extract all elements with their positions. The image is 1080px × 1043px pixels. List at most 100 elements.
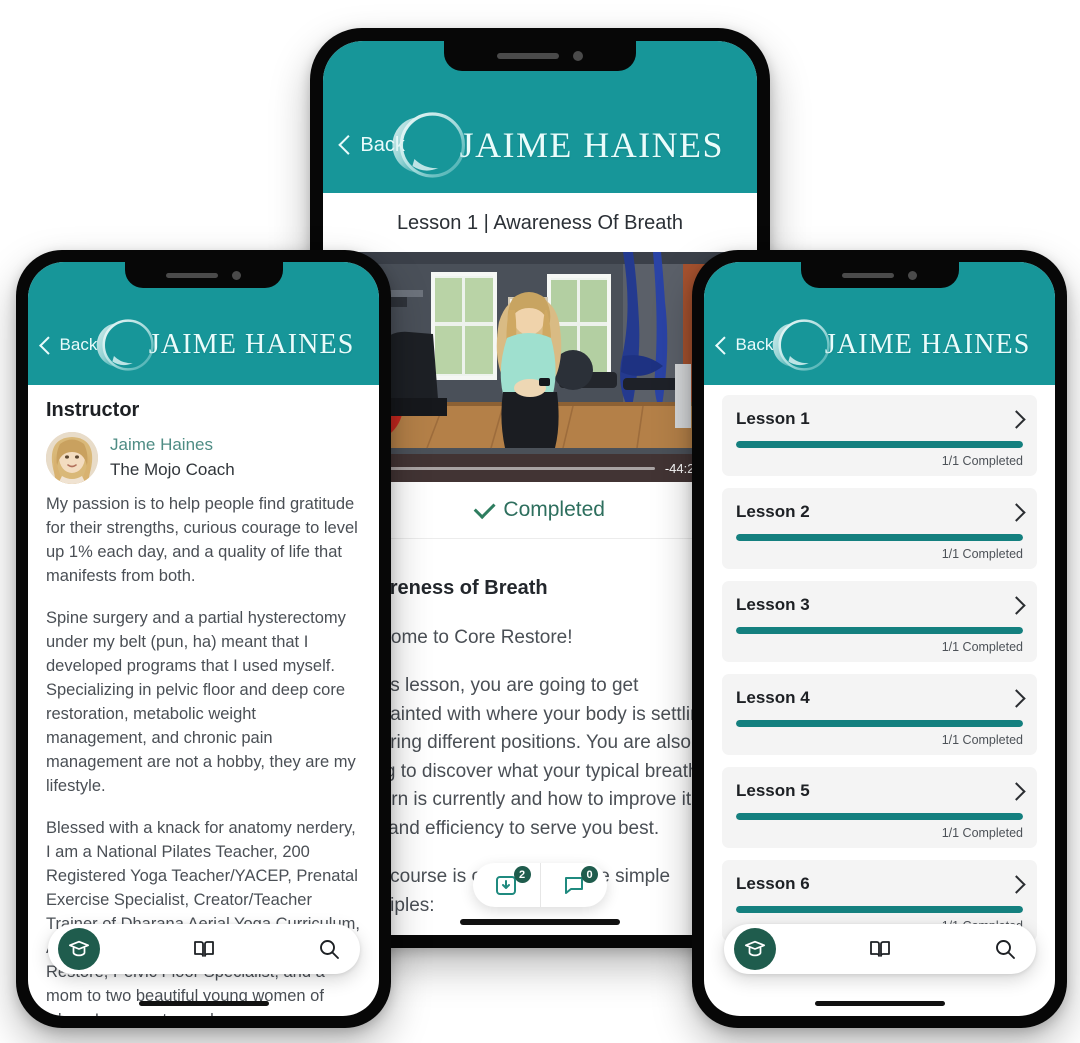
home-indicator-left [138,1001,269,1006]
front-camera-icon [908,270,917,280]
lesson-card-status: 1/1 Completed [941,826,1023,840]
lesson-progress-fill [736,534,1023,541]
lesson-progress-bar [736,813,1023,820]
check-icon [473,496,496,519]
bottom-nav-left [28,924,379,974]
lesson-card-title: Lesson 1 [736,409,810,428]
speaker-grille-icon [166,272,218,278]
lesson-card[interactable]: Lesson 1 1/1 Completed [722,395,1037,476]
lesson-progress-fill [736,627,1023,634]
instructor-panel: Instructor Jaime Haines The Mojo Coach M… [28,385,379,1016]
chevron-right-icon[interactable] [1007,874,1026,894]
brand-logo-left: JAIME HAINES [95,312,355,378]
front-camera-icon [573,51,583,61]
lesson-card-title: Lesson 3 [736,595,810,614]
article-paragraph: Welcome to Core Restore! [349,627,573,648]
completed-label: Completed [503,498,605,521]
instructor-portrait [46,432,98,484]
brand-name: JAIME HAINES [148,329,355,360]
book-open-icon [869,941,890,957]
phone-right-screen: Back JAIME HAINES Lesson 1 1/1 Completed… [704,262,1055,1016]
chevron-left-icon [715,336,734,354]
back-button-label: Back [735,335,774,354]
lesson-card-status: 1/1 Completed [941,733,1023,747]
lesson-progress-fill [736,906,1023,913]
comments-button[interactable]: 0 [539,863,608,907]
brand-logo-right: JAIME HAINES [771,312,1031,378]
section-title-instructor: Instructor [46,399,140,421]
phone-mockup-stage: Back JAIME HAINES Lesson 1 | Awareness O… [0,0,1080,1043]
back-button-left[interactable]: Back [39,335,97,355]
back-button-center[interactable]: Back [338,133,405,157]
lesson-progress-bar [736,906,1023,913]
lesson-action-bar: 2 0 [473,863,607,907]
search-icon [995,940,1015,959]
lesson-progress-fill [736,441,1023,448]
article-paragraph: In this lesson, you are going to get acq… [349,675,712,839]
chevron-right-icon[interactable] [1007,595,1026,615]
crescent-moon-circle-logo-icon [95,312,161,378]
speaker-grille-icon [842,272,894,278]
back-button-right[interactable]: Back [715,335,774,355]
back-button-label: Back [360,133,405,156]
search-icon [319,940,339,959]
lesson-progress-fill [736,813,1023,820]
chevron-right-icon[interactable] [1007,781,1026,801]
chevron-right-icon[interactable] [1007,409,1026,429]
chevron-right-icon[interactable] [1007,502,1026,522]
nav-library-button[interactable] [859,928,901,970]
chevron-left-icon [338,134,359,156]
bio-paragraph: Spine surgery and a partial hysterectomy… [46,608,356,796]
lesson-progress-fill [736,720,1023,727]
front-camera-icon [232,270,241,280]
nav-courses-button[interactable] [733,928,776,970]
brand-name: JAIME HAINES [824,329,1031,360]
nav-search-button[interactable] [308,928,350,970]
book-open-icon [193,941,214,957]
phone-left-screen: Back JAIME HAINES Instructor Jaime Haine… [28,262,379,1016]
notch-center [444,41,636,71]
lesson-card-status: 1/1 Completed [941,640,1023,654]
notch-left [124,262,283,288]
instructor-role: The Mojo Coach [110,460,235,479]
lesson-card[interactable]: Lesson 5 1/1 Completed [722,767,1037,848]
bottom-nav-right [704,924,1055,974]
lesson-card-title: Lesson 4 [736,688,810,707]
article-heading: Awareness of Breath [349,577,548,599]
chevron-right-icon[interactable] [1007,688,1026,708]
downloads-button[interactable]: 2 [473,863,540,907]
lesson-title-center: Lesson 1 | Awareness Of Breath [396,212,684,234]
nav-library-button[interactable] [183,928,225,970]
home-indicator-right [814,1001,945,1006]
comments-badge: 0 [581,866,598,883]
graduation-cap-icon [68,940,89,957]
nav-search-button[interactable] [984,928,1026,970]
bio-paragraph: My passion is to help people find gratit… [46,495,358,586]
home-indicator-center [460,919,620,925]
lesson-progress-bar [736,534,1023,541]
notch-right [800,262,959,288]
lesson-progress-bar [736,720,1023,727]
lesson-card[interactable]: Lesson 3 1/1 Completed [722,581,1037,662]
lesson-list: Lesson 1 1/1 Completed Lesson 2 1/1 Comp… [704,385,1055,941]
instructor-row[interactable]: Jaime Haines The Mojo Coach [46,432,361,484]
brand-name: JAIME HAINES [459,125,724,165]
chevron-left-icon [39,336,58,354]
video-scrubber[interactable] [359,463,655,473]
lesson-card-status: 1/1 Completed [941,454,1023,468]
lesson-card-title: Lesson 5 [736,781,810,800]
lesson-progress-bar [736,627,1023,634]
lesson-card[interactable]: Lesson 4 1/1 Completed [722,674,1037,755]
downloads-badge: 2 [513,866,531,883]
speaker-grille-icon [497,53,559,59]
phone-right: Back JAIME HAINES Lesson 1 1/1 Completed… [692,250,1067,1028]
brand-logo-center: JAIME HAINES [391,103,724,187]
crescent-moon-circle-logo-icon [771,312,837,378]
phone-left: Back JAIME HAINES Instructor Jaime Haine… [16,250,391,1028]
instructor-name[interactable]: Jaime Haines [110,433,235,458]
graduation-cap-icon [744,940,765,957]
avatar [46,432,98,484]
lesson-card-title: Lesson 6 [736,874,810,893]
lesson-card[interactable]: Lesson 2 1/1 Completed [722,488,1037,569]
nav-courses-button[interactable] [57,928,100,970]
